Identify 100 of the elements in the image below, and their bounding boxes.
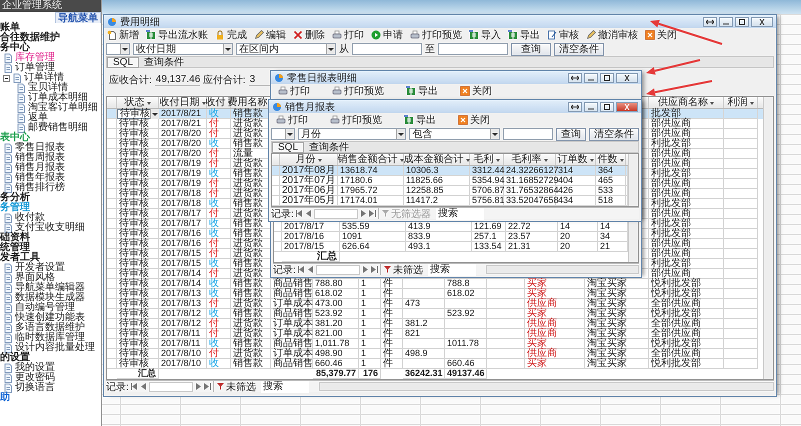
tree-item[interactable]: 更改密码 xyxy=(0,373,101,383)
tree-item[interactable]: 发者工具 xyxy=(0,253,101,263)
clear-button[interactable]: 清空条件 xyxy=(554,42,604,56)
tree-item[interactable]: 界面风格 xyxy=(0,273,101,283)
tree-item[interactable]: 多语言数据维护 xyxy=(0,323,101,333)
tree-item[interactable]: 数据模块生成器 xyxy=(0,293,101,303)
sql-tab[interactable]: SQL xyxy=(107,56,140,68)
table-row[interactable]: 待审核 2017/8/14 收 销售款 商品销售 788.80 1 件 788.8 买家 淘宝买家 悦利批发部 xyxy=(107,279,763,289)
toolbar-button[interactable]: 删除 xyxy=(292,28,326,42)
table-cell: 2017/8/14 xyxy=(159,269,207,279)
tree-item[interactable]: 合往数据维护 xyxy=(0,33,101,43)
table-row[interactable]: 待审核 2017/8/13 收 销售款 商品销售 618.02 1 件 618.02 买家 淘宝买家 悦利批发部 xyxy=(107,289,763,299)
tree-item[interactable]: 收付款 xyxy=(0,213,101,223)
table-cell: 待审核 xyxy=(117,299,159,309)
cell-dropdown[interactable]: 待审核 xyxy=(117,109,159,119)
dropdown[interactable]: 收付日期 xyxy=(133,43,233,55)
table-cell: 2017/8/19 xyxy=(159,179,207,189)
dropdown[interactable]: 在区间内 xyxy=(236,43,336,55)
table-row[interactable]: 待审核 2017/8/11 付 进货款 订单成本 821.00 1 件 821 供应商 淘宝买家 全部供应商 xyxy=(107,329,763,339)
query-button[interactable]: 查询 xyxy=(556,128,586,140)
toolbar-button[interactable]: 撤消审核 xyxy=(585,28,639,42)
table-cell: 待审核 xyxy=(117,179,159,189)
tree-item[interactable]: 自动编号管理 xyxy=(0,303,101,313)
tree-item[interactable]: 零售日报表 xyxy=(0,143,101,153)
tree-item[interactable]: 订单管理 xyxy=(0,63,101,73)
tree-item[interactable]: 订单成本明细 xyxy=(0,93,101,103)
tree-item[interactable]: 切换语言 xyxy=(0,383,101,393)
sidebar-tab[interactable]: 导航菜单 xyxy=(55,12,101,23)
table-row[interactable]: 2017年05月 17174.01 11417.2 5756.81 33.52047658434 518 xyxy=(272,196,628,206)
toolbar-button[interactable]: 打印 xyxy=(331,28,365,42)
tree-item[interactable]: 支付宝收支明细 xyxy=(0,223,101,233)
table-row[interactable]: 待审核 2017/8/10 付 进货款 订单成本 498.90 1 件 498.9 供应商 淘宝买家 全部供应商 xyxy=(107,349,763,359)
tree-item[interactable]: 淘宝客订单明细 xyxy=(0,103,101,113)
table-row[interactable]: 2017年08月 13618.74 10306.3 3312.44 24.32266127314 364 xyxy=(272,166,628,176)
table-row[interactable]: 2017年07月 17180.6 11825.66 5354.94 31.16852729404 465 xyxy=(272,176,628,186)
toolbar-button[interactable]: 完成 xyxy=(214,28,248,42)
toolbar-button[interactable]: 关闭 xyxy=(644,28,678,42)
search-field[interactable]: 搜索 xyxy=(260,380,309,392)
toolbar-button[interactable]: 审核 xyxy=(546,28,580,42)
table-row[interactable]: 待审核 2017/8/13 付 进货款 订单成本 473.00 1 件 473 供应商 淘宝买家 全部供应商 xyxy=(107,299,763,309)
tree-item[interactable]: 务中心 xyxy=(0,43,101,53)
toolbar-button[interactable]: 编辑 xyxy=(253,28,287,42)
table-cell: 全部供应商 xyxy=(649,349,724,359)
dropdown[interactable]: 包含 xyxy=(409,128,500,140)
tree-item[interactable]: 销售月报表 xyxy=(0,163,101,173)
table-cell: 待审核 xyxy=(117,159,159,169)
tree-item[interactable]: 库存管理 xyxy=(0,53,101,63)
table-cell: 商品销售 xyxy=(271,309,313,319)
tree-item[interactable]: 的设置 xyxy=(0,353,101,363)
table-cell: 付 xyxy=(207,299,231,309)
search-field[interactable]: 搜索 xyxy=(428,264,476,276)
toolbar-button[interactable]: 打印预览 xyxy=(409,28,463,42)
table-cell: 利批发部 xyxy=(649,169,724,179)
filter-button[interactable]: 未筛选 xyxy=(380,264,426,275)
tree-item[interactable]: 设计内容批量处理 xyxy=(0,343,101,353)
toolbar-button[interactable]: 导出 xyxy=(403,113,437,127)
toolbar-button[interactable]: 关闭 xyxy=(459,84,493,98)
toolbar-button[interactable]: 打印 xyxy=(277,84,311,98)
table-cell: 1 xyxy=(359,349,381,359)
toolbar-button[interactable]: 导出 xyxy=(507,28,541,42)
tree-item[interactable]: 础资料 xyxy=(0,233,101,243)
tree-item[interactable]: 返单 xyxy=(0,113,101,123)
table-row[interactable]: 待审核 2017/8/12 收 销售款 商品销售 523.92 1 件 523.92 买家 淘宝买家 悦利批发部 xyxy=(107,309,763,319)
toolbar-button[interactable]: 导入 xyxy=(468,28,502,42)
search-field[interactable]: 搜索 xyxy=(436,208,484,220)
toolbar-button[interactable]: 新增 xyxy=(106,28,140,42)
table-row[interactable]: 待审核 2017/8/11 收 销售款 商品销售 1,011.78 1 件 1011.78 买家 淘宝买家 悦利批发部 xyxy=(107,339,763,349)
tree-item[interactable]: 务分析 xyxy=(0,193,101,203)
tree-item[interactable]: 邮费销售明细 xyxy=(0,123,101,133)
table-row[interactable]: 待审核 2017/8/10 收 销售款 商品销售 660.46 1 件 660.46 买家 淘宝买家 悦利批发部 xyxy=(107,359,763,369)
filter-button[interactable]: 未筛选 xyxy=(212,381,259,392)
toolbar-button[interactable]: 导出流水账 xyxy=(145,28,209,42)
dropdown[interactable]: 月份 xyxy=(298,128,406,140)
tree-item[interactable]: 导航菜单编辑器 xyxy=(0,283,101,293)
sql-tab[interactable]: SQL xyxy=(272,142,304,152)
tree-item[interactable]: 统管理 xyxy=(0,243,101,253)
toolbar-button[interactable]: 申请 xyxy=(370,28,404,42)
tree-item[interactable]: 开发者设置 xyxy=(0,263,101,273)
tree-item[interactable]: 助 xyxy=(0,393,101,403)
tree-item[interactable]: 销售周报表 xyxy=(0,153,101,163)
table-row[interactable]: 2017年06月 17965.72 12258.85 5706.87 31.76532864426 533 xyxy=(272,186,628,196)
table-cell: 商品销售 xyxy=(271,339,313,349)
toolbar-button[interactable]: 打印预览 xyxy=(329,113,383,127)
tree-item[interactable]: 销售排行榜 xyxy=(0,183,101,193)
toolbar-button[interactable]: 导出 xyxy=(405,84,439,98)
clear-button[interactable]: 清空条件 xyxy=(589,128,639,140)
tree-item[interactable]: 我的设置 xyxy=(0,363,101,373)
toolbar-button[interactable]: 打印预览 xyxy=(331,84,385,98)
toolbar-button[interactable]: 关闭 xyxy=(457,113,491,127)
query-button[interactable]: 查询 xyxy=(511,42,551,56)
tree-item[interactable]: 临时数据库管理 xyxy=(0,333,101,343)
table-cell: 悦利批发部 xyxy=(649,359,724,369)
summary-label: 应收合计: xyxy=(109,74,152,87)
tree-item[interactable]: 订单详情 xyxy=(0,73,101,83)
tree-item[interactable]: 宝贝详情 xyxy=(0,83,101,93)
tree-item[interactable]: 销售年报表 xyxy=(0,173,101,183)
toolbar-button[interactable]: 打印 xyxy=(275,113,309,127)
tree-item[interactable]: 快速创建功能表 xyxy=(0,313,101,323)
table-row[interactable]: 待审核 2017/8/12 付 进货款 订单成本 381.20 1 件 381.2 供应商 淘宝买家 全部供应商 xyxy=(107,319,763,329)
table-cell: 付 xyxy=(207,149,231,159)
